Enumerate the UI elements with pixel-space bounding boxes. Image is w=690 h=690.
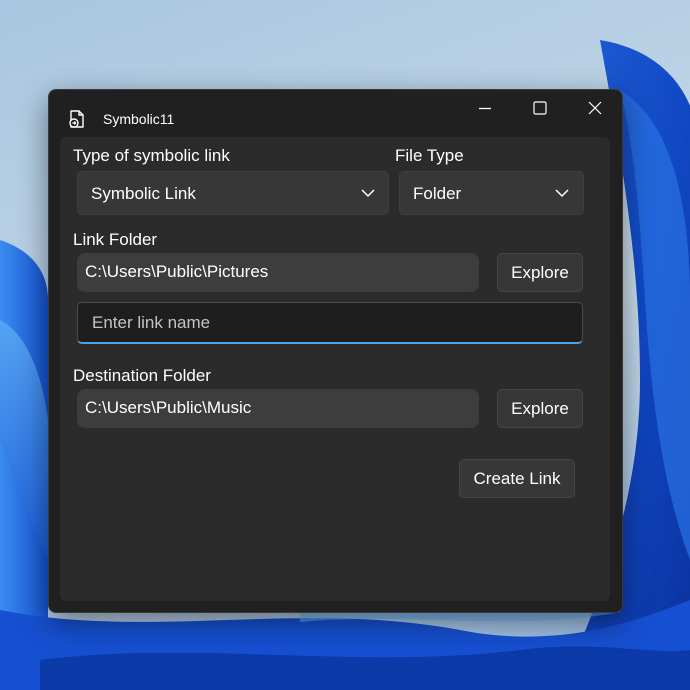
maximize-button[interactable] [517,90,563,126]
app-window: Symbolic11 Type of symbolic link File Ty… [48,89,623,613]
chevron-down-icon [361,189,375,198]
link-type-label: Type of symbolic link [73,146,230,165]
explore-link-folder-button[interactable]: Explore [497,253,583,292]
window-title: Symbolic11 [103,111,175,127]
title-bar[interactable]: Symbolic11 [49,90,622,136]
document-link-icon [69,110,84,128]
minimize-icon [479,107,491,110]
link-name-field[interactable] [77,302,583,344]
explore-destination-folder-button[interactable]: Explore [497,389,583,428]
close-icon [588,101,602,115]
link-folder-value: C:\Users\Public\Pictures [85,262,269,281]
desktop: Symbolic11 Type of symbolic link File Ty… [0,0,690,690]
destination-folder-value: C:\Users\Public\Music [85,398,252,417]
chevron-down-icon [555,189,569,198]
file-type-value: Folder [413,184,462,203]
file-type-label: File Type [395,146,464,165]
destination-folder-path[interactable]: C:\Users\Public\Music [77,389,479,428]
file-type-combobox[interactable]: Folder [399,171,584,215]
close-button[interactable] [572,90,618,126]
link-type-combobox[interactable]: Symbolic Link [77,171,389,215]
link-type-value: Symbolic Link [91,184,196,203]
minimize-button[interactable] [462,90,508,126]
link-folder-label: Link Folder [73,230,158,249]
destination-folder-label: Destination Folder [73,366,211,385]
create-link-button[interactable]: Create Link [459,459,575,498]
link-folder-path[interactable]: C:\Users\Public\Pictures [77,253,479,292]
content-panel: Type of symbolic link File Type Symbolic… [60,137,610,601]
maximize-icon [533,101,547,115]
link-name-input[interactable] [78,303,582,342]
